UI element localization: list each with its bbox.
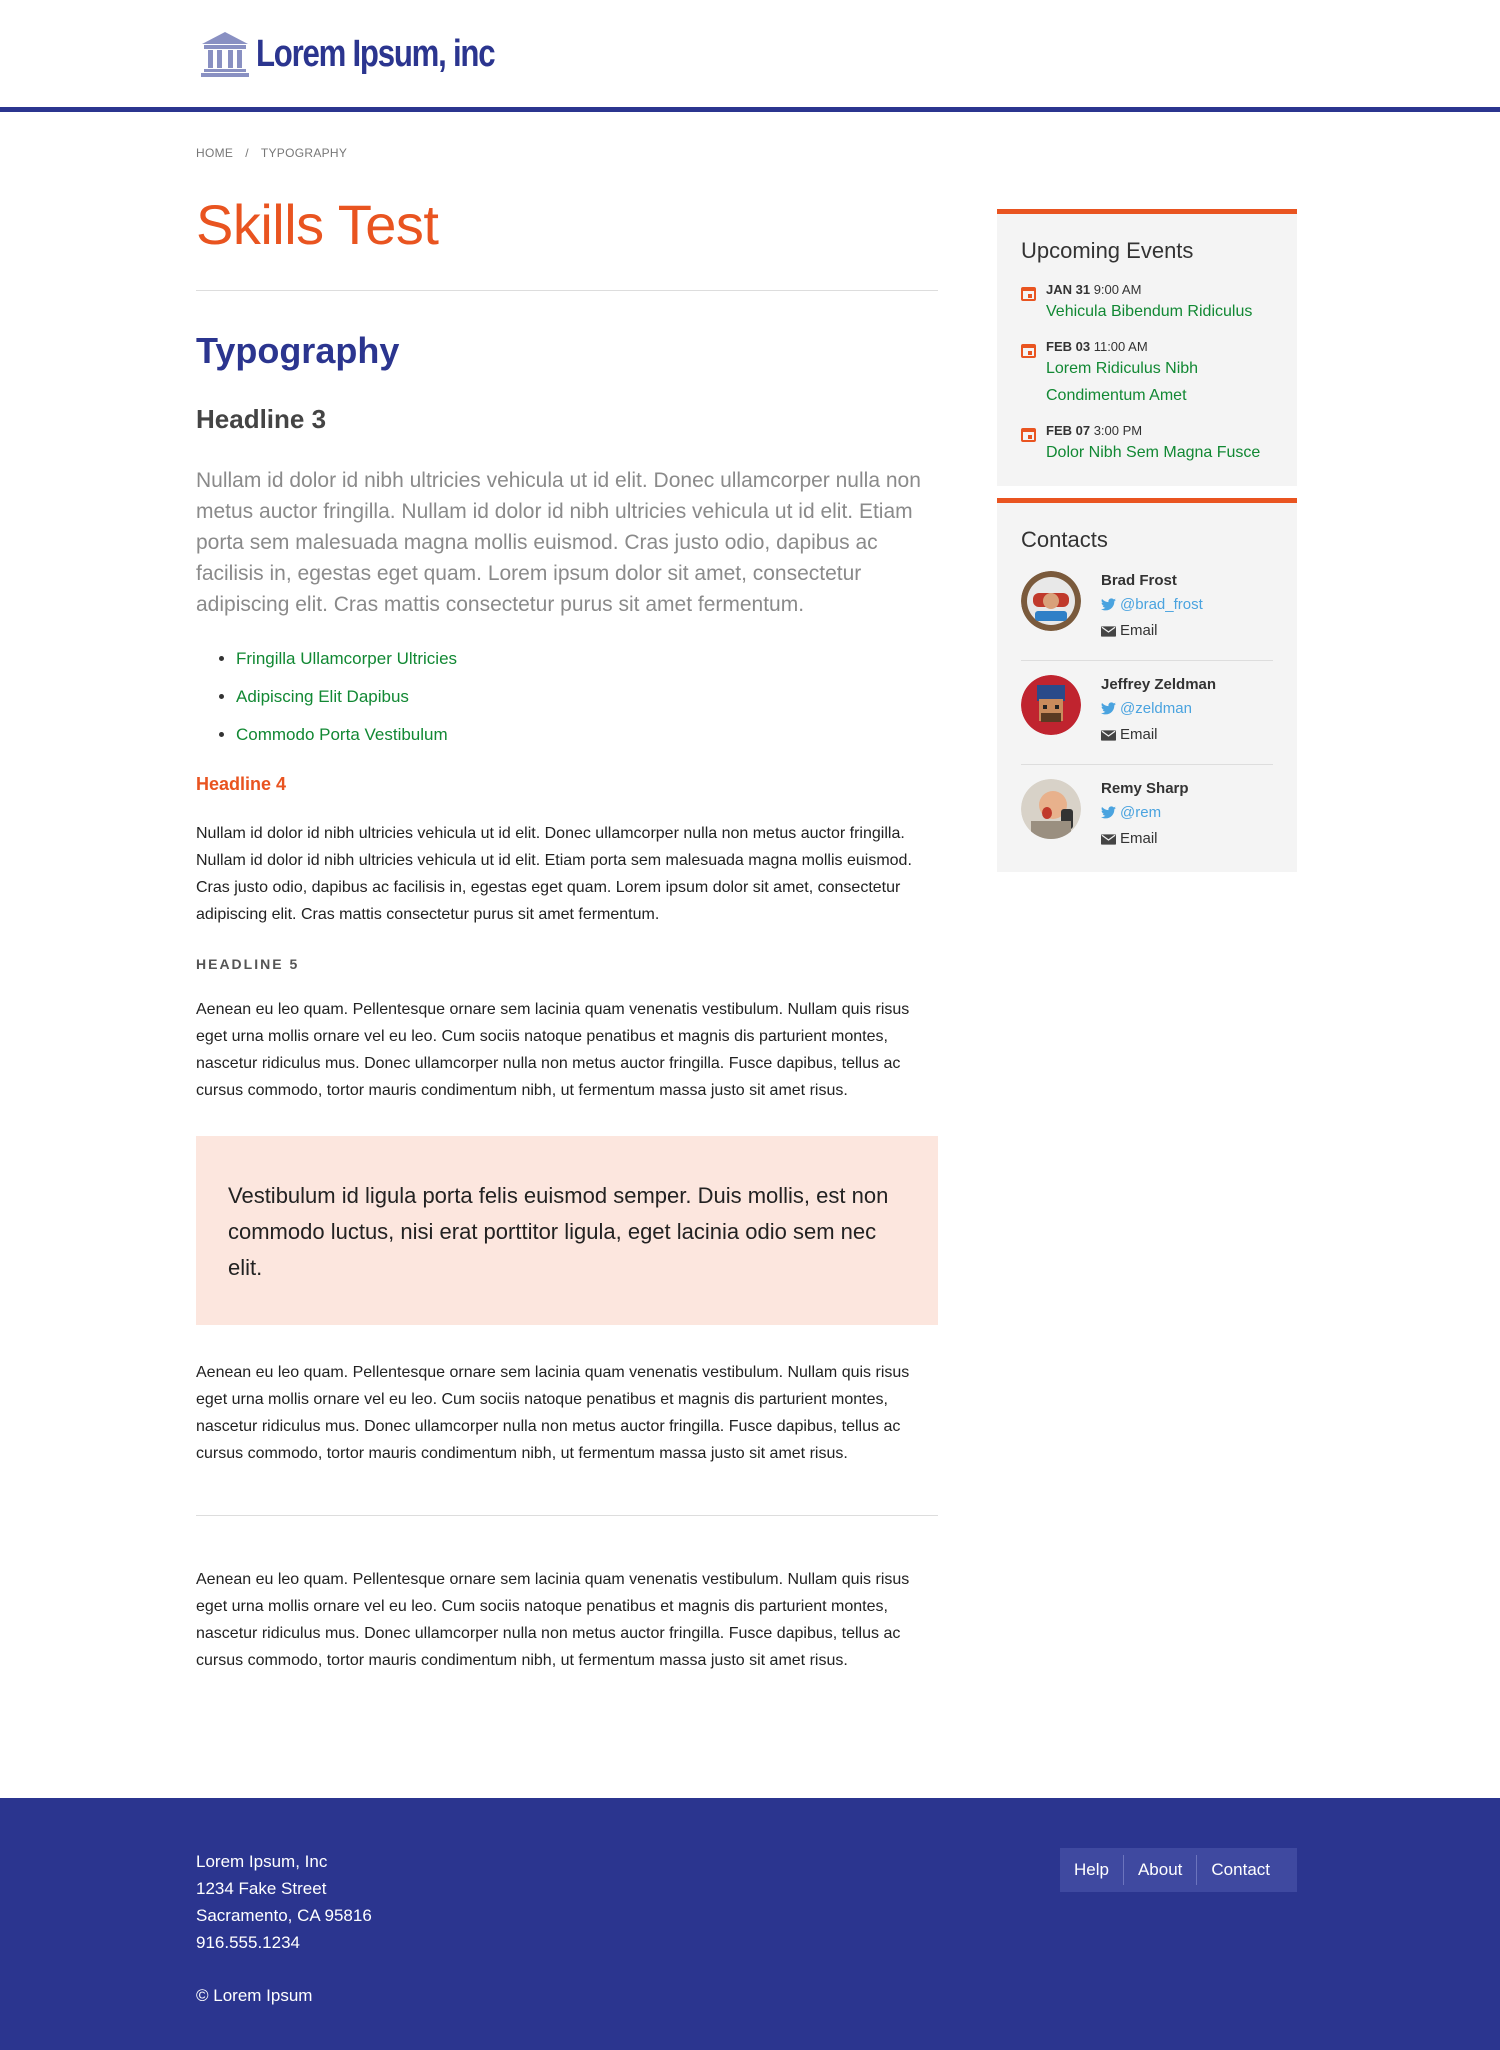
envelope-icon <box>1101 833 1116 845</box>
avatar <box>1021 571 1081 631</box>
lead-paragraph: Nullam id dolor id nibh ultricies vehicu… <box>196 469 921 616</box>
list-link[interactable]: Commodo Porta Vestibulum <box>236 725 448 744</box>
email-link[interactable]: Email <box>1101 618 1203 644</box>
event-link[interactable]: Lorem Ridiculus Nibh Condimentum Amet <box>1046 355 1273 409</box>
footer-copyright: © Lorem Ipsum <box>196 1986 313 2005</box>
heading-typography: Typography <box>196 330 400 371</box>
sidebar: Upcoming Events JAN 31 9:00 AM Vehicula … <box>997 209 1297 872</box>
email-label: Email <box>1120 622 1158 639</box>
email-link[interactable]: Email <box>1101 722 1216 748</box>
twitter-icon <box>1101 702 1116 715</box>
list-link[interactable]: Fringilla Ullamcorper Ultricies <box>236 649 457 668</box>
email-label: Email <box>1120 726 1158 743</box>
contacts-title: Contacts <box>1021 527 1108 552</box>
list-item: Fringilla Ullamcorper Ultricies <box>236 640 938 678</box>
event-date: JAN 31 <box>1046 282 1091 297</box>
page-title: Skills Test <box>196 193 439 256</box>
event-time: 3:00 PM <box>1093 423 1143 438</box>
logo-text: Lorem Ipsum, inc <box>256 32 496 75</box>
contacts-panel: Contacts Brad Frost @brad_frost Email Je… <box>997 498 1297 872</box>
list-item: Adipiscing Elit Dapibus <box>236 678 938 716</box>
event-time: 9:00 AM <box>1093 282 1142 297</box>
calendar-icon <box>1021 344 1036 358</box>
contact-card: Jeffrey Zeldman @zeldman Email <box>1021 661 1273 765</box>
heading-5: Headline 5 <box>196 956 300 972</box>
breadcrumb-home[interactable]: HOME <box>196 146 233 160</box>
footer-link-contact[interactable]: Contact <box>1196 1855 1284 1885</box>
contact-card: Brad Frost @brad_frost Email <box>1021 555 1273 661</box>
event-meta: FEB 03 11:00 AM <box>1046 339 1273 355</box>
event-date: FEB 07 <box>1046 423 1091 438</box>
twitter-handle: @brad_frost <box>1120 596 1203 613</box>
paragraph: Aenean eu leo quam. Pellentesque ornare … <box>196 1571 910 1669</box>
event-link[interactable]: Dolor Nibh Sem Magna Fusce <box>1046 439 1260 466</box>
event-link[interactable]: Vehicula Bibendum Ridiculus <box>1046 298 1252 325</box>
event-date: FEB 03 <box>1046 339 1091 354</box>
event-meta: FEB 07 3:00 PM <box>1046 423 1260 439</box>
contact-name: Brad Frost <box>1101 572 1177 589</box>
footer-nav: Help About Contact <box>1060 1848 1297 1892</box>
events-title: Upcoming Events <box>1021 238 1194 263</box>
footer-link-about[interactable]: About <box>1122 1855 1196 1885</box>
heading-4: Headline 4 <box>196 774 287 794</box>
breadcrumb-current: TYPOGRAPHY <box>260 146 348 160</box>
contact-card: Remy Sharp @rem Email <box>1021 765 1273 852</box>
footer-street: 1234 Fake Street <box>196 1879 327 1898</box>
email-label: Email <box>1120 830 1158 847</box>
paragraph: Aenean eu leo quam. Pellentesque ornare … <box>196 1001 910 1099</box>
contact-name: Jeffrey Zeldman <box>1101 676 1217 693</box>
event-item: FEB 03 11:00 AM Lorem Ridiculus Nibh Con… <box>1021 339 1273 409</box>
twitter-handle: @zeldman <box>1120 700 1192 717</box>
breadcrumb-separator: / <box>245 146 249 160</box>
contact-name: Remy Sharp <box>1101 780 1189 797</box>
divider <box>196 290 938 291</box>
twitter-link[interactable]: @rem <box>1101 799 1189 826</box>
event-item: JAN 31 9:00 AM Vehicula Bibendum Ridicul… <box>1021 282 1273 325</box>
envelope-icon <box>1101 625 1116 637</box>
event-time: 11:00 AM <box>1093 339 1148 354</box>
envelope-icon <box>1101 729 1116 741</box>
calendar-icon <box>1021 287 1036 301</box>
heading-3: Headline 3 <box>196 404 327 434</box>
twitter-handle: @rem <box>1120 804 1162 821</box>
avatar <box>1021 779 1081 839</box>
paragraph: Nullam id dolor id nibh ultricies vehicu… <box>196 825 912 923</box>
list-link[interactable]: Adipiscing Elit Dapibus <box>236 687 409 706</box>
avatar <box>1021 675 1081 735</box>
events-panel: Upcoming Events JAN 31 9:00 AM Vehicula … <box>997 209 1297 486</box>
divider <box>196 1515 938 1516</box>
footer-company: Lorem Ipsum, Inc <box>196 1852 328 1871</box>
email-link[interactable]: Email <box>1101 826 1189 852</box>
logo-link[interactable]: Lorem Ipsum, inc <box>200 30 547 78</box>
breadcrumb: HOME / TYPOGRAPHY <box>196 146 347 160</box>
footer-phone: 916.555.1234 <box>196 1933 300 1952</box>
footer-address: Lorem Ipsum, Inc 1234 Fake Street Sacram… <box>196 1848 372 1956</box>
paragraph: Aenean eu leo quam. Pellentesque ornare … <box>196 1364 910 1462</box>
blockquote: Vestibulum id ligula porta felis euismod… <box>196 1136 938 1325</box>
event-meta: JAN 31 9:00 AM <box>1046 282 1252 298</box>
footer-city: Sacramento, CA 95816 <box>196 1906 372 1925</box>
site-header: Lorem Ipsum, inc <box>0 0 1500 112</box>
link-list: Fringilla Ullamcorper Ultricies Adipisci… <box>196 640 938 754</box>
calendar-icon <box>1021 428 1036 442</box>
site-footer: Lorem Ipsum, Inc 1234 Fake Street Sacram… <box>0 1798 1500 2050</box>
twitter-icon <box>1101 598 1116 611</box>
list-item: Commodo Porta Vestibulum <box>236 716 938 754</box>
event-item: FEB 07 3:00 PM Dolor Nibh Sem Magna Fusc… <box>1021 423 1273 466</box>
bank-logo-icon <box>201 32 249 77</box>
main-content: Skills Test Typography Headline 3 Nullam… <box>196 190 938 1674</box>
footer-link-help[interactable]: Help <box>1060 1855 1123 1885</box>
twitter-icon <box>1101 806 1116 819</box>
twitter-link[interactable]: @brad_frost <box>1101 591 1203 618</box>
twitter-link[interactable]: @zeldman <box>1101 695 1216 722</box>
